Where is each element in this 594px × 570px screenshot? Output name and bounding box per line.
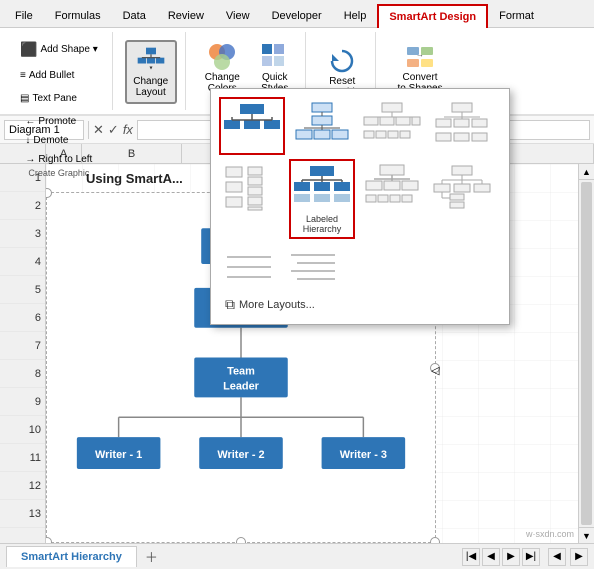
row-numbers: 1 2 3 4 5 6 7 8 9 10 11 12 13 — [0, 164, 46, 543]
tab-view[interactable]: View — [215, 3, 261, 27]
svg-text:▾: ▾ — [149, 65, 152, 71]
scroll-thumb[interactable] — [581, 182, 592, 525]
demote-icon: ↓ — [25, 135, 30, 146]
change-layout-dropdown: Labeled Hierarchy — [210, 88, 510, 325]
change-layout-content: ▾ Change Layout — [125, 32, 177, 108]
nav-first[interactable]: |◀ — [462, 548, 480, 566]
status-bar: SmartArt Hierarchy ＋ |◀ ◀ ▶ ▶| ◀ ▶ — [0, 543, 594, 569]
scroll-right-btn[interactable]: ▶ — [570, 548, 588, 566]
nav-last[interactable]: ▶| — [522, 548, 540, 566]
svg-text:Leader: Leader — [223, 380, 260, 392]
row-13[interactable]: 13 — [0, 500, 45, 528]
reset-icon — [327, 46, 357, 76]
text-pane-button[interactable]: ▤ Text Pane — [14, 90, 83, 107]
rtl-icon: → — [25, 154, 35, 165]
layout-option-6[interactable]: Labeled Hierarchy — [289, 159, 355, 239]
layout-icon-8 — [432, 163, 492, 211]
change-layout-button[interactable]: ▾ Change Layout — [125, 40, 177, 104]
ribbon-tabs: File Formulas Data Review View Developer… — [0, 0, 594, 28]
vertical-scrollbar[interactable]: ▲ ▼ — [578, 164, 594, 543]
row-11[interactable]: 11 — [0, 444, 45, 472]
confirm-formula-icon[interactable]: ✓ — [108, 122, 119, 138]
handle-mr[interactable]: ◁ — [430, 363, 440, 373]
handle-br — [430, 537, 440, 543]
sheet-title: Using SmartA... — [86, 171, 183, 186]
layout-option-7[interactable] — [359, 159, 425, 239]
promote-button[interactable]: ← Promote — [19, 113, 82, 130]
tab-data[interactable]: Data — [112, 3, 157, 27]
tab-smartart-design[interactable]: SmartArt Design — [377, 4, 488, 28]
colors-icon — [207, 42, 237, 72]
layout-option-9-icon — [219, 247, 279, 287]
formula-icons: ✕ ✓ fx — [93, 122, 133, 138]
layout-option-3[interactable] — [359, 97, 425, 155]
scroll-arrows: ◀ ▶ — [548, 548, 588, 566]
layout-icon-1 — [222, 102, 282, 150]
add-shape-icon: ⬛ — [20, 41, 37, 58]
layout-icon-2 — [292, 101, 352, 149]
layout-option-4[interactable] — [429, 97, 495, 155]
row-7[interactable]: 7 — [0, 332, 45, 360]
layout-icon-6 — [292, 164, 352, 212]
layout-options-grid: Labeled Hierarchy — [219, 97, 501, 239]
create-graphic-right: ← Promote ↓ Demote → Right to Left — [19, 109, 98, 168]
watermark: w·sxdn.com — [526, 529, 574, 539]
labeled-hierarchy-label: Labeled Hierarchy — [294, 214, 350, 234]
convert-icon: → — [405, 42, 435, 72]
layout-icon-7 — [362, 163, 422, 211]
layout-option-10-icon — [283, 247, 343, 287]
scroll-down-button[interactable]: ▼ — [579, 527, 594, 543]
add-sheet-button[interactable]: ＋ — [137, 543, 166, 570]
row-5[interactable]: 5 — [0, 276, 45, 304]
handle-bm — [236, 537, 246, 543]
add-shape-button[interactable]: ⬛ Add Shape ▾ — [14, 38, 104, 61]
row-8[interactable]: 8 — [0, 360, 45, 388]
svg-text:Writer - 3: Writer - 3 — [340, 449, 387, 461]
row-9[interactable]: 9 — [0, 388, 45, 416]
svg-text:Writer - 1: Writer - 1 — [95, 449, 142, 461]
quick-styles-icon — [260, 42, 290, 72]
tab-file[interactable]: File — [4, 3, 44, 27]
demote-button[interactable]: ↓ Demote — [19, 132, 74, 149]
row-6[interactable]: 6 — [0, 304, 45, 332]
bullet-icon: ≡ — [20, 70, 26, 81]
sheet-navigation: |◀ ◀ ▶ ▶| — [462, 548, 540, 566]
nav-prev[interactable]: ◀ — [482, 548, 500, 566]
row-12[interactable]: 12 — [0, 472, 45, 500]
nav-next[interactable]: ▶ — [502, 548, 520, 566]
change-layout-label: Change Layout — [133, 76, 168, 98]
svg-text:Team: Team — [227, 365, 255, 377]
row-3[interactable]: 3 — [0, 220, 45, 248]
change-layout-group: ▾ Change Layout — [117, 32, 186, 110]
row-2[interactable]: 2 — [0, 192, 45, 220]
tab-review[interactable]: Review — [157, 3, 215, 27]
create-graphic-group: ⬛ Add Shape ▾ ≡ Add Bullet ▤ Text Pane ← — [6, 32, 113, 110]
sheet-tab-smartart[interactable]: SmartArt Hierarchy — [6, 546, 137, 567]
svg-text:Writer - 2: Writer - 2 — [217, 449, 264, 461]
layout-option-8[interactable] — [429, 159, 495, 239]
layout-icon-3 — [362, 101, 422, 149]
text-pane-icon: ▤ — [20, 93, 29, 104]
scroll-up-button[interactable]: ▲ — [579, 164, 594, 180]
svg-text:→: → — [416, 50, 424, 59]
layout-icon-5 — [222, 163, 282, 211]
create-graphic-buttons: ⬛ Add Shape ▾ ≡ Add Bullet ▤ Text Pane — [14, 32, 104, 109]
tab-format[interactable]: Format — [488, 3, 545, 27]
add-bullet-button[interactable]: ≡ Add Bullet — [14, 67, 80, 84]
layout-option-2[interactable] — [289, 97, 355, 155]
tab-formulas[interactable]: Formulas — [44, 3, 112, 27]
tab-help[interactable]: Help — [333, 3, 378, 27]
scroll-left-btn[interactable]: ◀ — [548, 548, 566, 566]
promote-icon: ← — [25, 116, 35, 127]
tab-developer[interactable]: Developer — [261, 3, 333, 27]
layout-icon-4 — [432, 101, 492, 149]
layout-option-5[interactable] — [219, 159, 285, 239]
more-layouts-button[interactable]: ⧉ More Layouts... — [219, 293, 501, 316]
row-10[interactable]: 10 — [0, 416, 45, 444]
insert-function-icon[interactable]: fx — [123, 122, 133, 137]
more-layouts-icon: ⧉ — [225, 296, 235, 313]
layout-option-1[interactable] — [219, 97, 285, 155]
row-4[interactable]: 4 — [0, 248, 45, 276]
layout-icon: ▾ — [133, 46, 169, 76]
